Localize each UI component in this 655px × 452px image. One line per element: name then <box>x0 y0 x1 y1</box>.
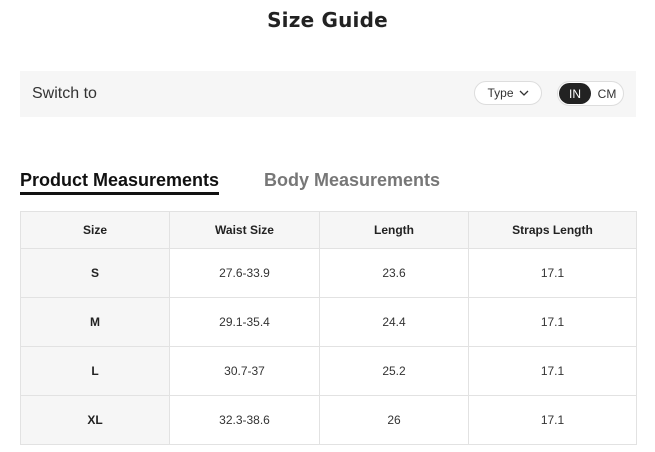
table-header-row: Size Waist Size Length Straps Length <box>20 211 637 249</box>
tab-product-measurements[interactable]: Product Measurements <box>20 170 220 195</box>
table-cell-straps-length: 17.1 <box>468 248 637 298</box>
table-cell-length: 24.4 <box>319 297 469 347</box>
table-header-length: Length <box>319 211 469 249</box>
table-cell-size: S <box>20 248 170 298</box>
table-cell-length: 26 <box>319 395 469 445</box>
table-row: L 30.7-37 25.2 17.1 <box>20 346 637 396</box>
table-cell-size: M <box>20 297 170 347</box>
table-row: M 29.1-35.4 24.4 17.1 <box>20 297 637 347</box>
unit-in-button[interactable]: IN <box>559 83 591 104</box>
table-cell-length: 25.2 <box>319 346 469 396</box>
unit-cm-button[interactable]: CM <box>593 83 621 104</box>
page-title: Size Guide <box>267 8 388 32</box>
table-header-straps-length: Straps Length <box>468 211 637 249</box>
table-row: XL 32.3-38.6 26 17.1 <box>20 395 637 445</box>
table-cell-straps-length: 17.1 <box>468 346 637 396</box>
type-dropdown-label: Type <box>487 86 514 100</box>
type-dropdown[interactable]: Type <box>474 81 542 105</box>
table-cell-straps-length: 17.1 <box>468 395 637 445</box>
table-header-waist-size: Waist Size <box>169 211 320 249</box>
table-cell-length: 23.6 <box>319 248 469 298</box>
chevron-down-icon <box>519 90 528 96</box>
table-cell-waist-size: 27.6-33.9 <box>169 248 320 298</box>
table-header-size: Size <box>20 211 170 249</box>
table-cell-waist-size: 32.3-38.6 <box>169 395 320 445</box>
unit-switch-bar: Switch to Type IN CM <box>20 71 636 117</box>
table-row: S 27.6-33.9 23.6 17.1 <box>20 248 637 298</box>
table-cell-size: L <box>20 346 170 396</box>
table-cell-waist-size: 30.7-37 <box>169 346 320 396</box>
switch-label: Switch to <box>32 85 97 102</box>
unit-toggle: IN CM <box>557 81 624 106</box>
table-cell-waist-size: 29.1-35.4 <box>169 297 320 347</box>
table-cell-size: XL <box>20 395 170 445</box>
tab-body-measurements[interactable]: Body Measurements <box>264 170 440 191</box>
table-cell-straps-length: 17.1 <box>468 297 637 347</box>
size-table: Size Waist Size Length Straps Length S 2… <box>20 211 637 445</box>
